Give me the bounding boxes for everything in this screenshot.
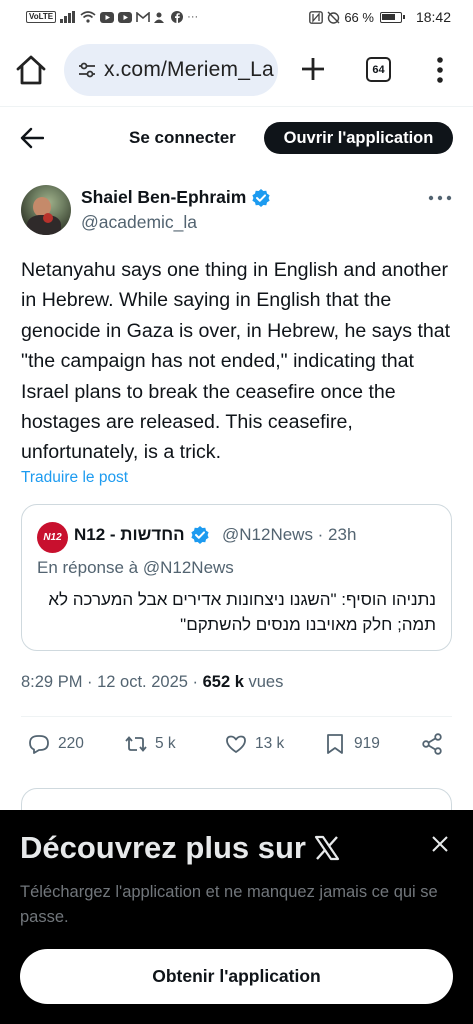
repost-button[interactable]: 5 k — [124, 732, 176, 756]
heart-icon — [226, 735, 246, 753]
bookmark-count: 919 — [354, 735, 380, 752]
nfc-icon — [309, 10, 324, 24]
tweet-timestamp[interactable]: 8:29 PM · 12 oct. 2025 · — [21, 673, 203, 691]
quote-handle-time: @N12News · 23h — [222, 525, 357, 544]
more-notifications-icon: ··· — [187, 11, 199, 23]
quote-avatar: N12 — [37, 522, 68, 553]
address-bar[interactable]: x.com/Meriem_La — [64, 44, 278, 96]
quote-name-row: N12 - החדשות — [74, 525, 210, 545]
status-left: VoLTE ··· — [26, 11, 198, 23]
like-count: 13 k — [255, 735, 285, 752]
quoted-tweet[interactable]: N12 N12 - החדשות @N12News · 23h En répon… — [21, 504, 452, 651]
avatar-detail — [43, 213, 53, 223]
bookmark-button[interactable]: 919 — [323, 732, 380, 756]
login-link[interactable]: Se connecter — [129, 128, 236, 148]
avatar[interactable] — [21, 185, 71, 235]
tweet-meta: 8:29 PM · 12 oct. 2025 · 652 k vues — [21, 673, 283, 692]
repost-icon — [125, 736, 147, 752]
app-promo-sheet: Découvrez plus sur Téléchargez l'applica… — [0, 810, 473, 1024]
facebook-icon — [171, 11, 184, 23]
repost-count: 5 k — [155, 735, 176, 752]
author-name[interactable]: Shaiel Ben-Ephraim — [81, 187, 246, 208]
x-header: Se connecter Ouvrir l'application — [0, 118, 473, 158]
youtube-icon-2 — [118, 11, 133, 23]
browser-toolbar: x.com/Meriem_La 64 — [0, 40, 473, 100]
share-button[interactable] — [420, 732, 444, 756]
open-app-button[interactable]: Ouvrir l'application — [264, 122, 453, 154]
tabs-icon[interactable]: 64 — [366, 57, 391, 82]
meta-divider — [21, 716, 452, 717]
get-app-button[interactable]: Obtenir l'application — [20, 949, 453, 1004]
site-settings-icon[interactable] — [78, 61, 96, 79]
views-count: 652 k — [202, 673, 244, 691]
signal-icon — [60, 11, 76, 23]
reply-button[interactable]: 220 — [27, 732, 84, 756]
status-bar: VoLTE ··· 66 % 18:42 — [0, 0, 473, 34]
volte-indicator: VoLTE — [26, 11, 57, 23]
tweet-text: Netanyahu says one thing in English and … — [21, 259, 451, 464]
sheet-title: Découvrez plus sur — [20, 830, 306, 865]
alarm-off-icon — [327, 11, 340, 24]
plus-icon[interactable] — [298, 54, 328, 84]
reply-icon — [29, 735, 49, 754]
toolbar-divider — [0, 106, 473, 107]
verified-badge-icon — [191, 526, 209, 544]
youtube-icon — [100, 11, 115, 23]
close-icon[interactable] — [430, 834, 450, 854]
battery-percent: 66 % — [344, 9, 374, 25]
wifi-icon — [80, 11, 96, 23]
more-vert-icon[interactable] — [430, 56, 450, 84]
x-logo-icon — [314, 835, 340, 861]
home-icon[interactable] — [14, 54, 48, 86]
reply-count: 220 — [58, 735, 84, 752]
views-label: vues — [243, 673, 284, 691]
clock: 18:42 — [415, 9, 451, 25]
sheet-subtitle: Téléchargez l'application et ne manquez … — [20, 883, 438, 926]
quote-reply-to: En réponse à @N12News — [37, 558, 234, 577]
battery-icon — [379, 11, 405, 23]
author-name-row[interactable]: Shaiel Ben-Ephraim — [81, 187, 271, 208]
like-button[interactable]: 13 k — [224, 732, 284, 756]
share-icon — [422, 733, 442, 755]
verified-badge-icon — [252, 188, 270, 207]
quote-author-name: N12 - החדשות — [74, 525, 185, 544]
quote-text: נתניהו הוסיף: "השגנו ניצחונות אדירים אבל… — [48, 590, 436, 634]
bookmark-icon — [327, 734, 343, 754]
contacts-icon — [154, 12, 165, 23]
translate-link[interactable]: Traduire le post — [21, 469, 128, 487]
more-horizontal-icon[interactable] — [428, 190, 452, 206]
url-text[interactable]: x.com/Meriem_La — [104, 58, 274, 82]
status-right: 66 % 18:42 — [309, 9, 451, 25]
tab-count: 64 — [372, 63, 385, 76]
gmail-icon — [136, 11, 150, 22]
sheet-title-row: Découvrez plus sur — [20, 830, 340, 866]
back-arrow-icon[interactable] — [20, 127, 44, 149]
action-bar: 220 5 k 13 k 919 — [0, 732, 473, 762]
author-handle[interactable]: @academic_la — [81, 212, 197, 233]
